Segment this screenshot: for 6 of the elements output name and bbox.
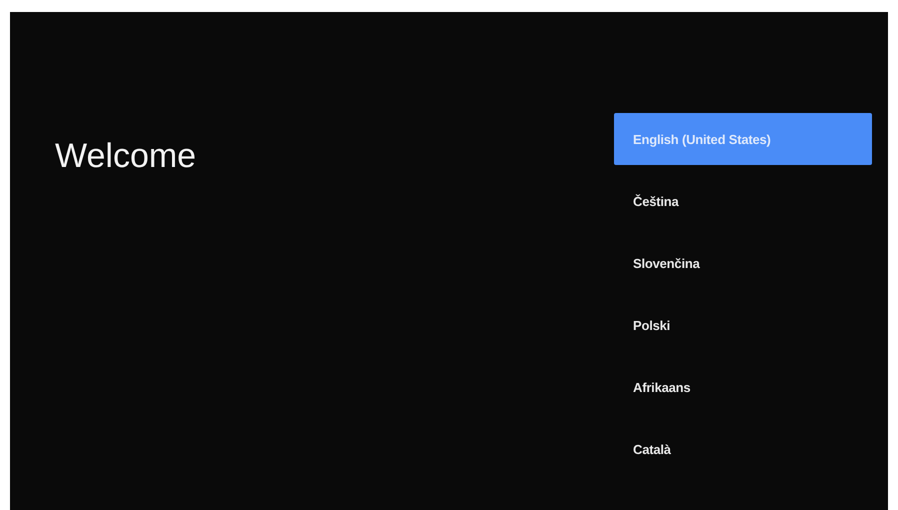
language-item[interactable]: Slovenčina xyxy=(614,237,872,289)
language-item[interactable]: Català xyxy=(614,423,872,475)
language-item[interactable]: Polski xyxy=(614,299,872,351)
language-item[interactable]: Čeština xyxy=(614,175,872,227)
welcome-title: Welcome xyxy=(55,136,196,176)
language-item[interactable]: Afrikaans xyxy=(614,361,872,413)
